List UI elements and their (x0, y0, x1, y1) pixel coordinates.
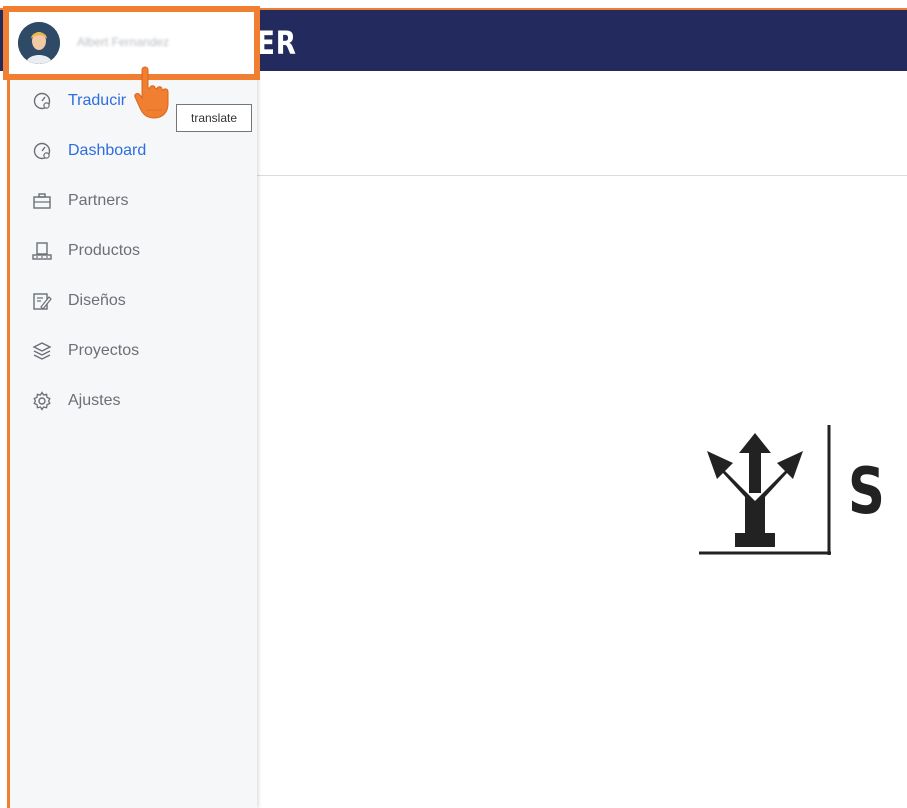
sidebar-item-label: Ajustes (68, 392, 121, 409)
app-title: ER (257, 24, 297, 62)
logo-letter: S (848, 455, 885, 529)
sidebar-item-productos[interactable]: Productos (32, 237, 140, 265)
sidebar-item-traducir[interactable]: Traducir (32, 87, 126, 115)
sidebar-item-label: Proyectos (68, 342, 140, 359)
sidebar-item-label: Diseños (68, 292, 126, 309)
gear-icon (32, 391, 52, 411)
hand-cursor-icon (134, 66, 169, 119)
sidebar-item-disenos[interactable]: Diseños (32, 287, 126, 315)
sidebar-item-ajustes[interactable]: Ajustes (32, 387, 120, 415)
sidebar-item-partners[interactable]: Partners (32, 187, 128, 215)
tooltip: translate (176, 104, 252, 132)
conveyor-icon (32, 241, 52, 261)
pencil-notepad-icon (32, 291, 52, 311)
sidebar-item-label: Dashboard (68, 142, 147, 159)
sidebar-item-label: Productos (68, 242, 141, 259)
avatar[interactable] (18, 22, 60, 64)
sidebar-item-label: Traducir (68, 92, 127, 109)
sidebar-item-proyectos[interactable]: Proyectos (32, 337, 139, 365)
speedometer-icon (32, 141, 52, 161)
content-divider (255, 175, 907, 176)
user-name: Albert Fernandez (77, 35, 170, 49)
layers-icon (32, 341, 52, 361)
speedometer-icon (32, 91, 52, 111)
sidebar-item-dashboard[interactable]: Dashboard (32, 137, 146, 165)
sidebar-menu: Traducir Dashboard Partners Productos Di… (7, 76, 257, 808)
sidebar-item-label: Partners (68, 192, 129, 209)
briefcase-icon (32, 191, 52, 211)
